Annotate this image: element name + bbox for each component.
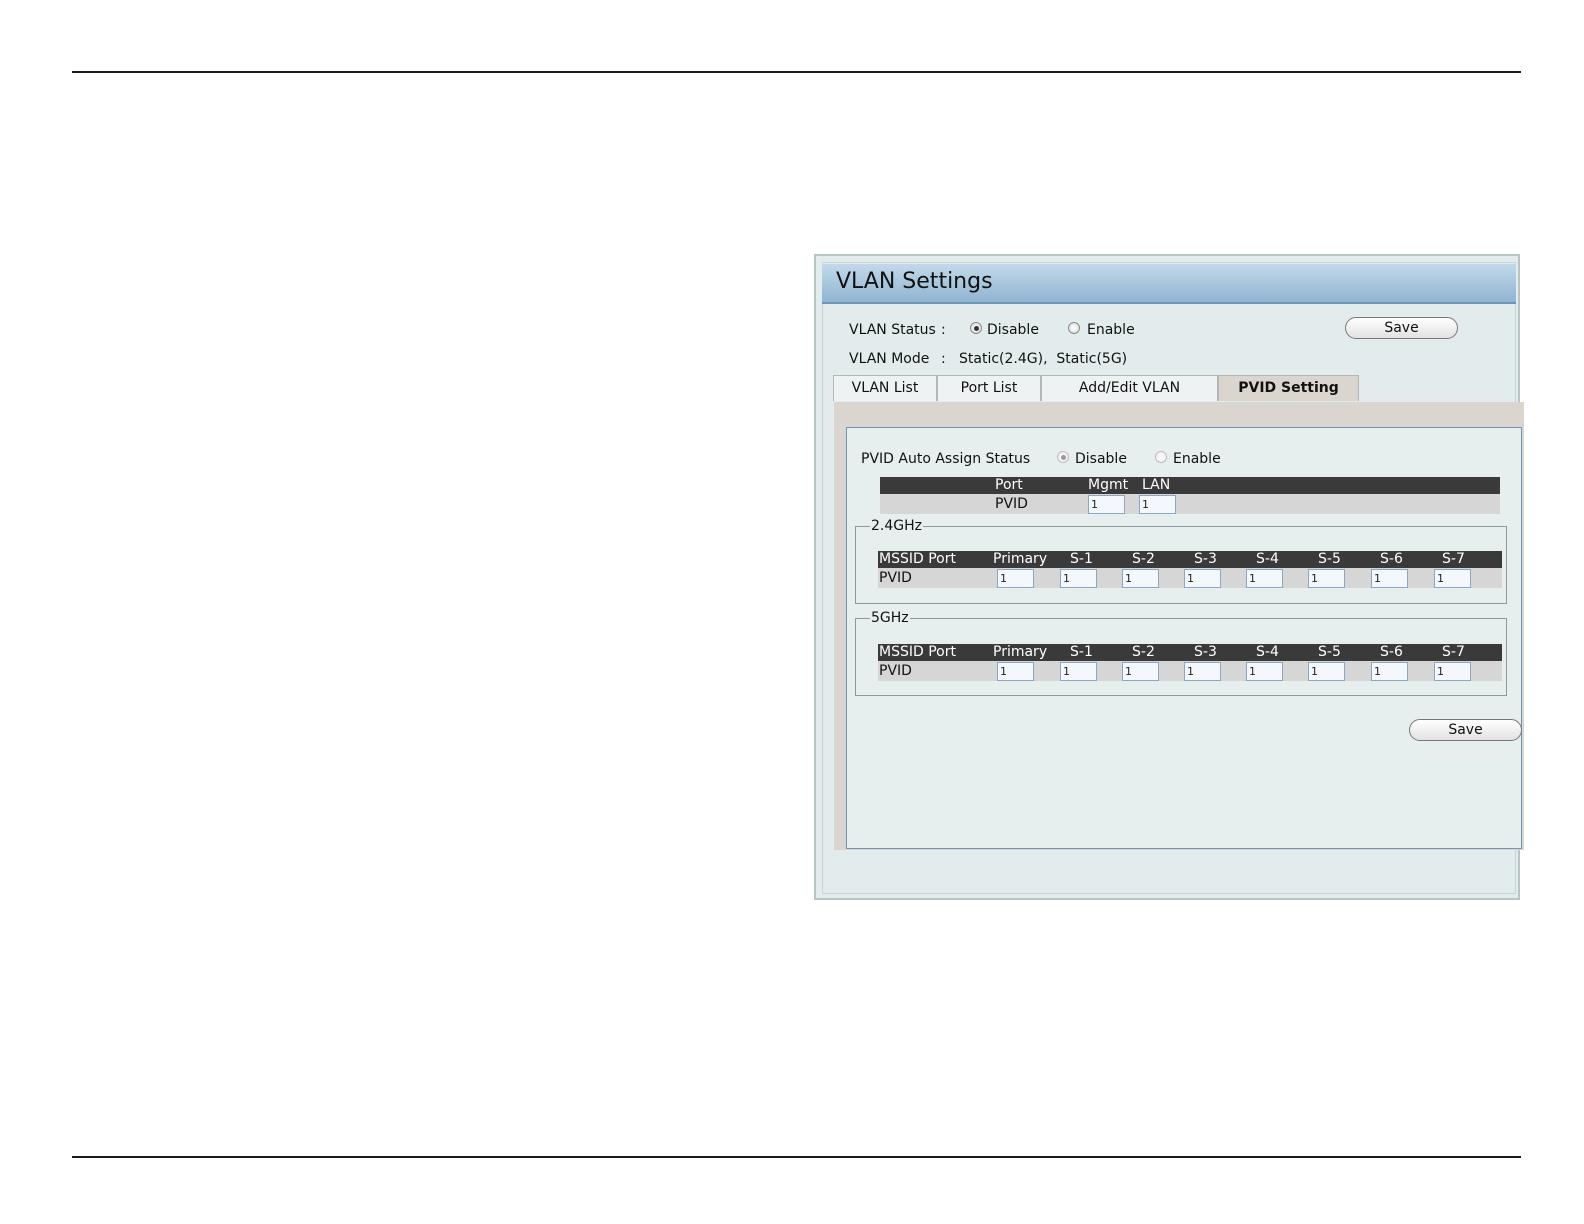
s5-header: S-5 [1318,644,1341,660]
band-5ghz-s4-input[interactable]: 1 [1246,662,1283,681]
mgmt-pvid-input[interactable]: 1 [1088,495,1125,514]
band-24ghz-s6-input[interactable]: 1 [1371,569,1408,588]
primary-header: Primary [993,644,1048,660]
vlan-mode-label: VLAN Mode [849,351,930,367]
save-button-bottom[interactable]: Save [1409,719,1522,741]
save-button-top[interactable]: Save [1345,317,1458,339]
band-24ghz-header: MSSID Port Primary S-1 S-2 S-3 S-4 S-5 S… [878,551,1502,568]
band-24ghz-s5-input[interactable]: 1 [1308,569,1345,588]
s7-header: S-7 [1442,551,1465,567]
port-row-label: PVID [995,496,1028,512]
port-table-row: PVID 1 1 [880,494,1500,514]
s6-header: S-6 [1380,551,1403,567]
page-bottom-rule [72,1156,1521,1158]
page-top-rule [72,71,1521,73]
port-header: Port [995,477,1023,493]
band-24ghz-s7-input[interactable]: 1 [1434,569,1471,588]
pvid-auto-disable-radio[interactable] [1057,451,1069,463]
band-5ghz-s3-input[interactable]: 1 [1184,662,1221,681]
mgmt-header: Mgmt [1088,477,1129,493]
band-24ghz-s2-input[interactable]: 1 [1122,569,1159,588]
band-5ghz-s7-input[interactable]: 1 [1434,662,1471,681]
vlan-status-enable-radio[interactable] [1068,322,1080,334]
s3-header: S-3 [1194,644,1217,660]
band-5ghz-header: MSSID Port Primary S-1 S-2 S-3 S-4 S-5 S… [878,644,1502,661]
vlan-status-disable-radio[interactable] [970,322,982,334]
pvid-auto-disable-label: Disable [1075,451,1127,467]
band-24ghz-legend: 2.4GHz [871,518,922,534]
pvid-auto-enable-label: Enable [1173,451,1221,467]
band-5ghz-s5-input[interactable]: 1 [1308,662,1345,681]
pvid-auto-enable-radio[interactable] [1155,451,1167,463]
band-24ghz-s4-input[interactable]: 1 [1246,569,1283,588]
lan-pvid-input[interactable]: 1 [1139,495,1176,514]
vlan-status-enable-label: Enable [1087,322,1135,338]
band-24ghz-s3-input[interactable]: 1 [1184,569,1221,588]
s5-header: S-5 [1318,551,1341,567]
port-table-header: Port Mgmt LAN [880,477,1500,494]
s3-header: S-3 [1194,551,1217,567]
lan-header: LAN [1142,477,1171,493]
band-5ghz-s2-input[interactable]: 1 [1122,662,1159,681]
s2-header: S-2 [1132,644,1155,660]
mssid-port-header: MSSID Port [879,644,956,660]
pvid-auto-assign-label: PVID Auto Assign Status [861,451,1031,467]
band-5ghz-row-label: PVID [879,663,912,679]
mssid-port-header: MSSID Port [879,551,956,567]
band-24ghz-s1-input[interactable]: 1 [1060,569,1097,588]
s4-header: S-4 [1256,644,1279,660]
s2-header: S-2 [1132,551,1155,567]
s7-header: S-7 [1442,644,1465,660]
tab-port-list[interactable]: Port List [937,375,1041,401]
band-5ghz-row: PVID 1 1 1 1 1 1 1 1 [878,661,1502,681]
panel-title: VLAN Settings [836,269,993,294]
s6-header: S-6 [1380,644,1403,660]
s1-header: S-1 [1070,644,1093,660]
band-24ghz-row-label: PVID [879,570,912,586]
band-5ghz-s6-input[interactable]: 1 [1371,662,1408,681]
panel-title-bar: VLAN Settings [822,264,1516,304]
band-5ghz-legend: 5GHz [871,610,909,626]
band-5ghz-s1-input[interactable]: 1 [1060,662,1097,681]
band-24ghz-row: PVID 1 1 1 1 1 1 1 1 [878,568,1502,588]
vlan-status-disable-label: Disable [987,322,1039,338]
tab-vlan-list[interactable]: VLAN List [833,375,937,401]
tab-add-edit-vlan[interactable]: Add/Edit VLAN [1041,375,1218,401]
band-24ghz-primary-input[interactable]: 1 [997,569,1034,588]
primary-header: Primary [993,551,1048,567]
tab-pvid-setting[interactable]: PVID Setting [1218,375,1359,401]
s1-header: S-1 [1070,551,1093,567]
vlan-mode-value: Static(2.4G), Static(5G) [959,351,1128,367]
vlan-mode-separator: : [941,351,946,367]
vlan-status-separator: : [941,322,946,338]
s4-header: S-4 [1256,551,1279,567]
band-5ghz-primary-input[interactable]: 1 [997,662,1034,681]
vlan-status-label: VLAN Status [849,322,936,338]
